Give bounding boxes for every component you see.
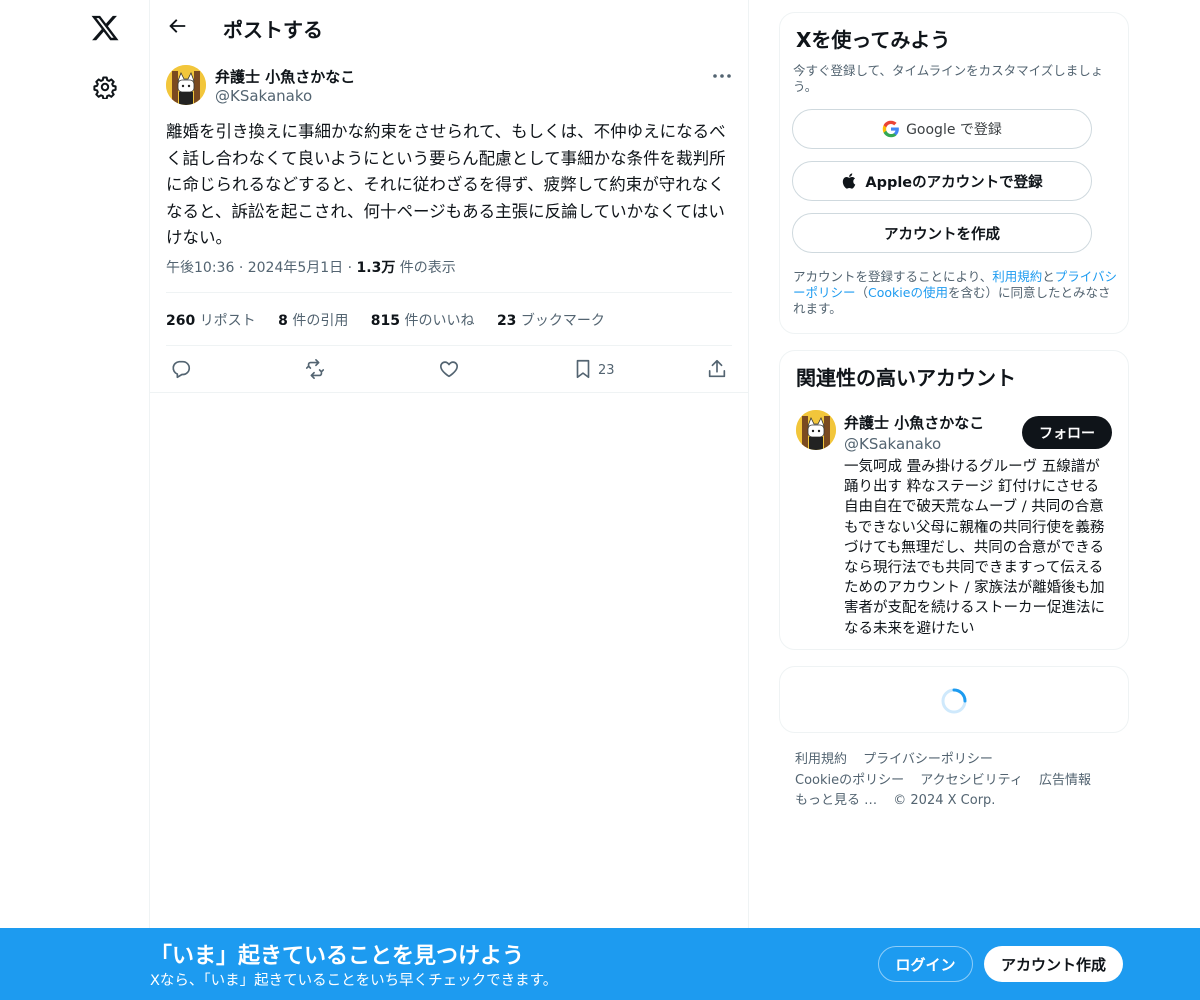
loading-spinner-icon (941, 688, 967, 714)
post-meta: 午後10:36 · 2024年5月1日 · 1.3万 件の表示 (166, 257, 456, 277)
signup-subtitle: 今すぐ登録して、タイムラインをカスタマイズしましょう。 (793, 63, 1104, 94)
action-bar: 23 (150, 355, 748, 385)
related-accounts-card: 関連性の高いアカウント 弁護士 小魚さかなこ @KSakanako フォロー 一… (779, 350, 1129, 650)
stat-reposts[interactable]: 260 リポスト (166, 313, 256, 329)
footer-link-more[interactable]: もっと見る … (795, 793, 877, 808)
google-signup-button[interactable]: Google で登録 (792, 109, 1092, 149)
stat-quotes[interactable]: 8 件の引用 (278, 313, 348, 329)
page-title: ポストする (223, 18, 323, 42)
main-header: ポストする (150, 0, 748, 53)
apple-icon (843, 173, 856, 189)
share-icon[interactable] (706, 358, 728, 380)
related-account-handle[interactable]: @KSakanako (844, 435, 941, 453)
related-account-bio: 一気呵成 畳み掛けるグルーヴ 五線譜が踊り出す 粋なステージ 釘付けにさせる 自… (844, 459, 1105, 637)
login-button[interactable]: ログイン (878, 946, 973, 982)
main-column: ポストする 弁護士 小魚さかなこ @KSakanako 離婚を引き換えに事細かな… (149, 0, 749, 1000)
divider (166, 345, 732, 346)
post-stats: 260 リポスト 8 件の引用 815 件のいいね 23 ブックマーク (166, 310, 623, 330)
cookie-link[interactable]: Cookieの使用 (868, 285, 948, 300)
legal-text: アカウントを登録することにより、利用規約とプライバシーポリシー（Cookieの使… (793, 269, 1118, 316)
reply-icon[interactable] (170, 358, 192, 380)
like-icon[interactable] (438, 358, 460, 380)
footer-link-accessibility[interactable]: アクセシビリティ (920, 773, 1023, 788)
footer-link-privacy[interactable]: プライバシーポリシー (863, 752, 993, 767)
meta-separator: · (238, 260, 248, 276)
x-logo-icon[interactable] (90, 13, 120, 43)
footer-copyright: © 2024 X Corp. (893, 793, 996, 808)
footer-link-cookies[interactable]: Cookieのポリシー (795, 773, 904, 788)
post-date[interactable]: 2024年5月1日 (248, 260, 343, 276)
left-nav (0, 0, 150, 1000)
views-count: 1.3万 (356, 260, 396, 276)
bookmark-icon[interactable] (572, 358, 594, 380)
post-time[interactable]: 午後10:36 (166, 260, 234, 276)
bottom-bar-title: 「いま」起きていることを見つけよう (150, 944, 525, 969)
divider (166, 292, 732, 293)
repost-icon[interactable] (304, 358, 326, 380)
gear-icon[interactable] (93, 75, 117, 99)
views-label: 件の表示 (399, 260, 456, 276)
footer-link-ads[interactable]: 広告情報 (1039, 773, 1091, 788)
footer-link-terms[interactable]: 利用規約 (795, 752, 847, 767)
apple-signup-label: Appleのアカウントで登録 (865, 174, 1043, 191)
bottom-bar-subtitle: Xなら、「いま」起きていることをいち早くチェックできます。 (150, 973, 558, 989)
avatar[interactable] (796, 410, 836, 450)
signup-title: Xを使ってみよう (796, 28, 951, 52)
apple-signup-button[interactable]: Appleのアカウントで登録 (792, 161, 1092, 201)
post-text: 離婚を引き換えに事細かな約束をさせられて、もしくは、不仲ゆえになるべく話し合わな… (166, 122, 726, 247)
stat-bookmarks[interactable]: 23 ブックマーク (497, 313, 605, 329)
author-name[interactable]: 弁護士 小魚さかなこ (215, 66, 355, 87)
google-icon (882, 120, 899, 138)
loading-card (779, 666, 1129, 733)
stat-likes[interactable]: 815 件のいいね (371, 313, 475, 329)
meta-separator: · (347, 260, 357, 276)
divider (150, 392, 748, 393)
terms-link[interactable]: 利用規約 (992, 269, 1042, 284)
signup-card: Xを使ってみよう 今すぐ登録して、タイムラインをカスタマイズしましょう。 Goo… (779, 12, 1129, 334)
footer: 利用規約 プライバシーポリシー Cookieのポリシー アクセシビリティ 広告情… (795, 750, 1115, 812)
bottom-signup-bar: 「いま」起きていることを見つけよう Xなら、「いま」起きていることをいち早くチェ… (0, 928, 1200, 1000)
bookmark-count: 23 (598, 363, 615, 378)
related-title: 関連性の高いアカウント (796, 366, 1016, 390)
author-handle[interactable]: @KSakanako (215, 87, 312, 105)
create-account-button[interactable]: アカウントを作成 (792, 213, 1092, 253)
signup-button[interactable]: アカウント作成 (984, 946, 1123, 982)
google-signup-label: Google で登録 (906, 122, 1002, 138)
follow-button[interactable]: フォロー (1022, 416, 1112, 449)
arrow-left-icon[interactable] (166, 15, 188, 37)
more-icon[interactable] (710, 67, 734, 85)
avatar[interactable] (166, 65, 206, 105)
related-account-name[interactable]: 弁護士 小魚さかなこ (844, 412, 984, 433)
